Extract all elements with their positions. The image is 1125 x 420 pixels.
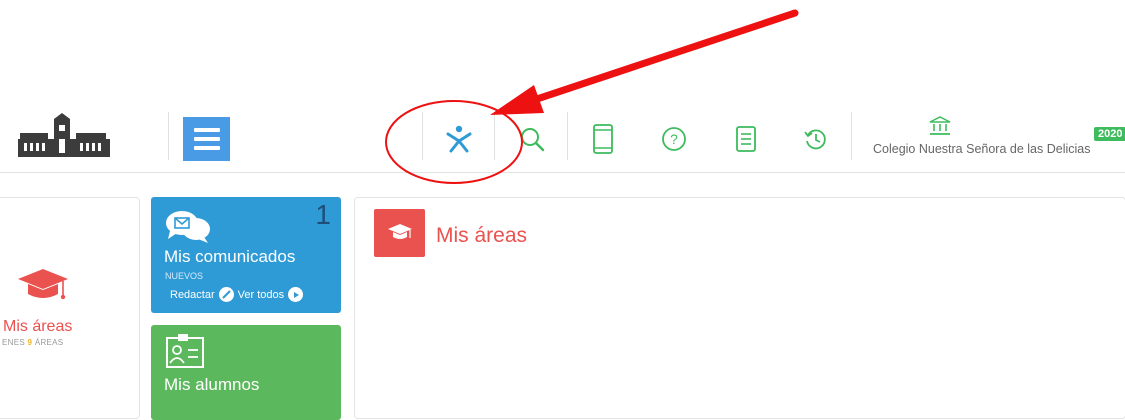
graduation-cap-icon: [18, 269, 68, 300]
sidebar-title: Mis áreas: [3, 318, 73, 335]
institution-icon: [929, 116, 951, 135]
svg-text:?: ?: [670, 131, 678, 147]
sidebar-areas-panel[interactable]: Mis áreas ENES 9 ÁREAS: [0, 197, 140, 419]
chat-bubbles-icon: [166, 211, 210, 243]
comunicados-card[interactable]: 1 Mis comunicados NUEVOS Redactar Ver to…: [151, 197, 341, 313]
school-building-logo[interactable]: [14, 113, 114, 159]
main-areas-panel: Mis áreas i: [354, 197, 1125, 419]
pencil-icon[interactable]: [218, 287, 234, 302]
school-selector[interactable]: Colegio Nuestra Señora de las Delicias: [873, 116, 1125, 160]
top-header: ? Colegio Nuestra Señora de las Delicias…: [0, 100, 1125, 173]
sidebar-subtitle: ENES 9 ÁREAS: [2, 338, 64, 347]
arrow-shaft: [521, 9, 799, 107]
view-all-link[interactable]: Ver todos: [238, 289, 284, 301]
student-roster-icon: [166, 334, 204, 368]
accessibility-person-icon[interactable]: [440, 120, 478, 158]
search-icon[interactable]: [513, 120, 551, 158]
comunicados-title: Mis comunicados: [164, 247, 296, 266]
tablet-icon[interactable]: [584, 120, 622, 158]
alumnos-card[interactable]: Mis alumnos: [151, 325, 341, 420]
history-icon[interactable]: [797, 120, 835, 158]
unread-count: 1: [315, 199, 331, 230]
graduation-cap-icon: [374, 209, 425, 257]
comunicados-actions: Redactar Ver todos: [170, 287, 304, 302]
page-title: Mis áreas: [436, 224, 528, 247]
hamburger-menu-icon[interactable]: [183, 117, 230, 161]
alumnos-title: Mis alumnos: [164, 375, 260, 394]
school-name: Colegio Nuestra Señora de las Delicias: [873, 142, 1091, 156]
play-icon[interactable]: [288, 287, 304, 302]
document-list-icon[interactable]: [727, 120, 765, 158]
comunicados-subtitle: NUEVOS: [165, 271, 204, 281]
help-circle-icon[interactable]: ?: [655, 120, 693, 158]
compose-link[interactable]: Redactar: [170, 289, 215, 301]
year-badge: 2020: [1094, 127, 1125, 141]
